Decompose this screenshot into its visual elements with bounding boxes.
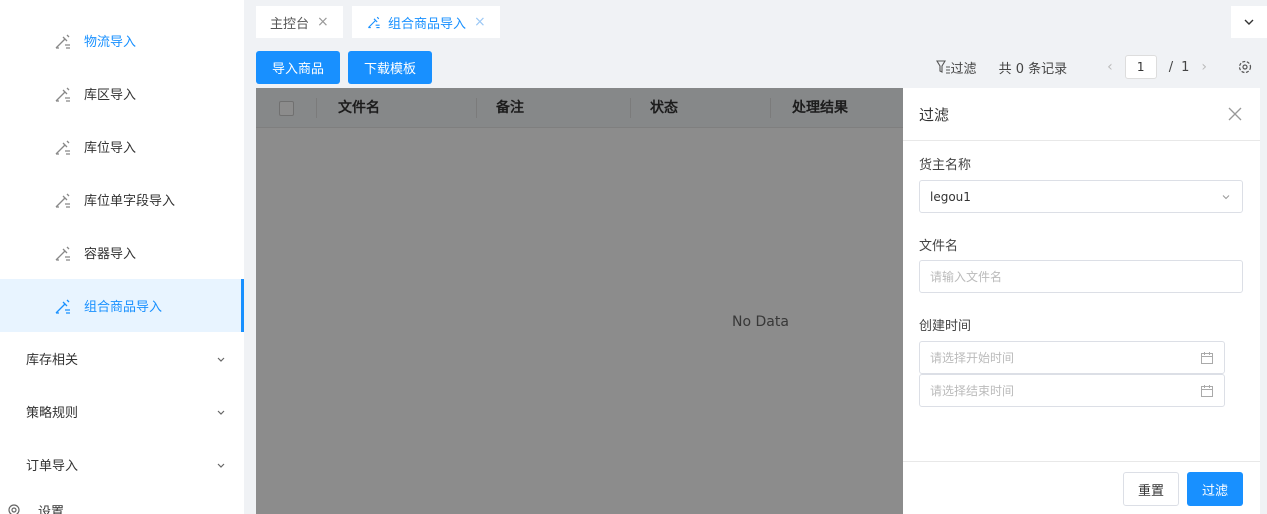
filename-label: 文件名: [919, 239, 959, 254]
import-icon: [52, 83, 74, 105]
sidebar-group-label: 订单导入: [26, 459, 79, 474]
calendar-icon: [1201, 384, 1213, 397]
sidebar-group-label: 库存相关: [26, 353, 79, 368]
import-icon: [52, 136, 74, 158]
prev-page-icon[interactable]: ‹: [1107, 59, 1113, 75]
sidebar-item-settings[interactable]: 设置: [0, 500, 244, 514]
filter-icon: [935, 60, 950, 74]
import-products-button[interactable]: 导入商品: [256, 51, 341, 84]
pagination-bar: 过滤 共 0 条记录 ‹ 1 / 1 ›: [935, 50, 1267, 84]
tab-label: 组合商品导入: [388, 16, 467, 32]
import-icon: [52, 242, 74, 264]
sidebar-item-zone-import[interactable]: 库区导入: [0, 67, 244, 120]
owner-value: legou1: [930, 189, 971, 204]
sidebar: 物流导入 库区导入 库位导入 库位单字段导入 容器导入 组合商品导入 库存相关: [0, 0, 244, 514]
sidebar-item-location-import[interactable]: 库位导入: [0, 120, 244, 173]
sidebar-group-order-import[interactable]: 订单导入: [0, 438, 244, 491]
chevron-down-icon: [217, 463, 225, 468]
sidebar-item-location-field-import[interactable]: 库位单字段导入: [0, 173, 244, 226]
calendar-icon: [1201, 351, 1213, 364]
end-time-placeholder: 请选择结束时间: [930, 384, 1015, 398]
sidebar-item-label: 容器导入: [84, 247, 137, 262]
chevron-down-icon: [1222, 195, 1230, 200]
close-icon[interactable]: ×: [474, 14, 486, 30]
download-template-button[interactable]: 下载模板: [348, 51, 433, 84]
sidebar-item-label: 库区导入: [84, 88, 137, 103]
filter-toggle[interactable]: 过滤: [935, 58, 977, 77]
sidebar-group-inventory[interactable]: 库存相关: [0, 332, 244, 385]
gear-icon: [8, 504, 20, 514]
owner-label: 货主名称: [919, 158, 972, 173]
gear-icon[interactable]: [1237, 59, 1253, 75]
scrollbar[interactable]: [1260, 88, 1267, 514]
import-icon: [52, 295, 74, 317]
close-icon[interactable]: ×: [317, 14, 329, 30]
next-page-icon[interactable]: ›: [1201, 59, 1207, 75]
created-time-label: 创建时间: [919, 319, 972, 334]
page-total: 1: [1181, 59, 1190, 75]
sidebar-item-combo-product-import[interactable]: 组合商品导入: [0, 279, 244, 332]
sidebar-group-label: 策略规则: [26, 406, 79, 421]
tab-dashboard[interactable]: 主控台 ×: [256, 6, 343, 38]
page-separator: /: [1168, 59, 1174, 75]
end-time-picker[interactable]: 请选择结束时间: [919, 374, 1225, 407]
filter-drawer: 过滤 货主名称 legou1 文件名 请输入文件名 创建时间 请选择开始时间 请…: [903, 88, 1260, 514]
apply-filter-button[interactable]: 过滤: [1187, 472, 1243, 506]
import-icon: [52, 30, 74, 52]
chevron-down-icon: [217, 410, 225, 415]
owner-select[interactable]: legou1: [919, 180, 1243, 213]
toolbar: 导入商品 下载模板 过滤 共 0 条记录 ‹ 1 / 1 ›: [256, 50, 1267, 84]
chevron-down-icon: [1244, 19, 1254, 25]
tab-menu-button[interactable]: [1231, 6, 1267, 38]
sidebar-item-container-import[interactable]: 容器导入: [0, 226, 244, 279]
start-time-placeholder: 请选择开始时间: [930, 351, 1015, 365]
modal-overlay[interactable]: [256, 88, 903, 514]
sidebar-item-label: 设置: [38, 504, 65, 514]
sidebar-item-label: 组合商品导入: [84, 300, 163, 315]
tab-label: 主控台: [270, 16, 310, 32]
start-time-picker[interactable]: 请选择开始时间: [919, 341, 1225, 374]
drawer-title: 过滤: [919, 105, 950, 124]
sidebar-item-logistics-import[interactable]: 物流导入: [0, 14, 244, 67]
close-icon[interactable]: [1226, 105, 1244, 123]
filter-label: 过滤: [950, 61, 977, 77]
tab-combo-product-import[interactable]: 组合商品导入 ×: [352, 6, 500, 38]
drawer-header: 过滤: [903, 88, 1260, 141]
tab-bar: 主控台 × 组合商品导入 ×: [244, 0, 1267, 46]
sidebar-item-label: 物流导入: [84, 35, 137, 50]
total-records: 共 0 条记录: [998, 61, 1068, 77]
import-icon: [52, 189, 74, 211]
reset-button[interactable]: 重置: [1123, 472, 1179, 506]
filename-input[interactable]: 请输入文件名: [919, 260, 1243, 293]
chevron-down-icon: [217, 357, 225, 362]
sidebar-item-label: 库位单字段导入: [84, 194, 176, 209]
drawer-footer: 重置 过滤: [903, 461, 1260, 514]
sidebar-item-label: 库位导入: [84, 141, 137, 156]
page-input[interactable]: 1: [1124, 55, 1157, 79]
sidebar-group-strategy[interactable]: 策略规则: [0, 385, 244, 438]
import-icon: [368, 16, 380, 29]
